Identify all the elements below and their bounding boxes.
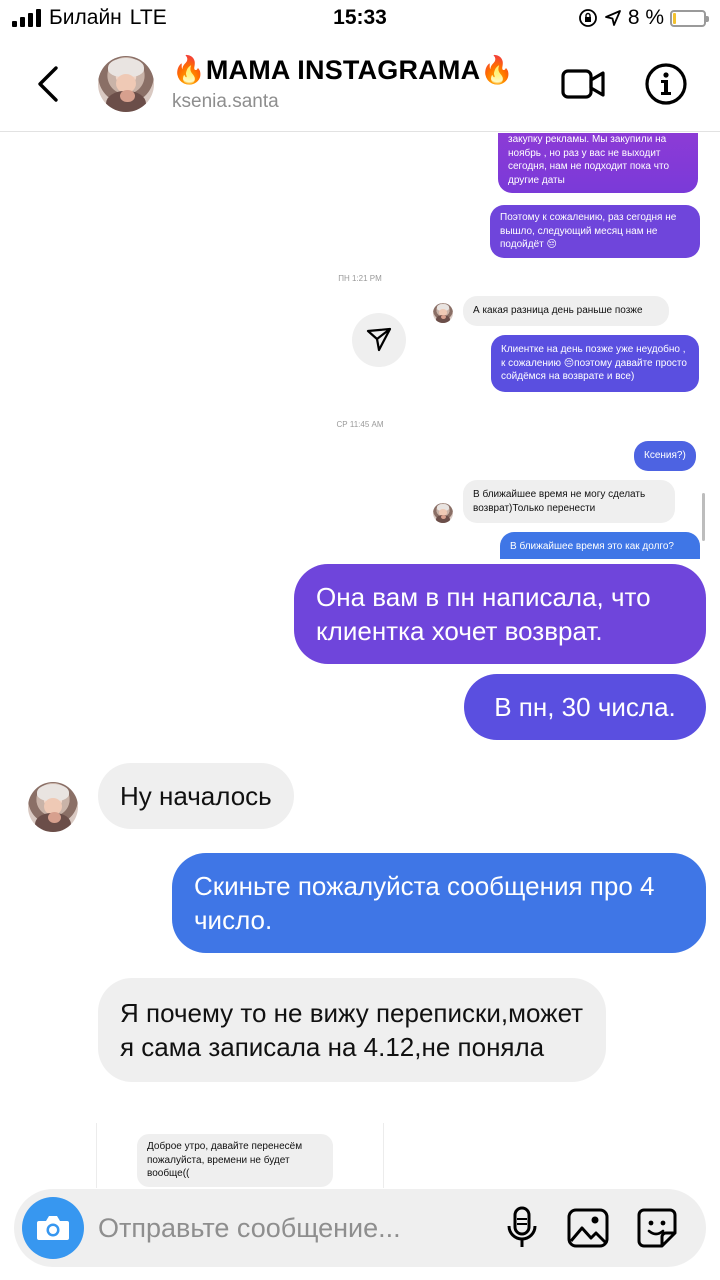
chat-username[interactable]: ksenia.santa	[172, 91, 279, 113]
message-bubble-out: Скиньте пожалуйста сообщения про 4 число…	[172, 853, 706, 953]
battery-percent: 8 %	[627, 6, 664, 29]
message-bubble-out: В пн, 30 числа.	[464, 674, 706, 740]
message-bubble-out: Поэтому к сожалению, раз сегодня не вышл…	[490, 205, 700, 258]
message-bubble-out: Клиентке на день позже уже неудобно , к …	[491, 335, 699, 392]
video-camera-icon[interactable]	[560, 64, 606, 104]
send-arrow-button[interactable]	[352, 313, 406, 367]
microphone-icon[interactable]	[504, 1205, 540, 1251]
battery-fill	[673, 12, 676, 24]
gallery-icon[interactable]	[566, 1207, 610, 1249]
message-bubble-out: Ксения?)	[634, 441, 696, 471]
chat-thread[interactable]: закупку рекламы. Мы закупили на ноябрь ,…	[0, 133, 720, 1188]
orientation-lock-icon	[578, 9, 597, 27]
chat-title[interactable]: 🔥MAMA INSTAGRAMA🔥	[172, 54, 514, 86]
location-icon	[604, 10, 621, 26]
embedded-message: Доброе утро, давайте перенесём пожалуйст…	[137, 1134, 333, 1187]
chat-header: 🔥MAMA INSTAGRAMA🔥 ksenia.santa	[0, 40, 720, 132]
battery-icon	[670, 9, 709, 27]
status-bar: Билайн LTE 15:33 8 %	[0, 0, 720, 40]
avatar	[433, 503, 453, 523]
message-bubble-in: В ближайшее время не могу сделать возвра…	[463, 480, 675, 523]
info-icon[interactable]	[644, 62, 688, 106]
scroll-indicator[interactable]	[702, 493, 705, 541]
embedded-screenshot: Доброе утро, давайте перенесём пожалуйст…	[96, 1123, 384, 1188]
avatar[interactable]	[98, 56, 154, 112]
back-arrow-icon[interactable]	[30, 62, 66, 106]
message-composer	[14, 1189, 706, 1267]
status-right: 8 %	[578, 6, 709, 30]
message-input[interactable]	[98, 1207, 478, 1249]
message-bubble-in: Ну началось	[98, 763, 294, 829]
avatar	[28, 782, 78, 832]
timestamp: ПН 1:21 PM	[338, 274, 382, 283]
send-arrow-icon	[366, 327, 392, 352]
message-bubble-out: Она вам в пн написала, что клиентка хоче…	[294, 564, 706, 664]
sticker-icon[interactable]	[636, 1207, 678, 1249]
message-bubble-in: Я почему то не вижу переписки,может я са…	[98, 978, 606, 1082]
avatar	[433, 303, 453, 323]
message-bubble-in: А какая разница день раньше позже	[463, 296, 669, 326]
camera-button[interactable]	[22, 1197, 84, 1259]
message-bubble-out: закупку рекламы. Мы закупили на ноябрь ,…	[498, 133, 698, 193]
timestamp: СР 11:45 AM	[336, 420, 384, 429]
message-bubble-out: В ближайшее время это как долго?	[500, 532, 700, 559]
camera-icon	[37, 1216, 69, 1240]
